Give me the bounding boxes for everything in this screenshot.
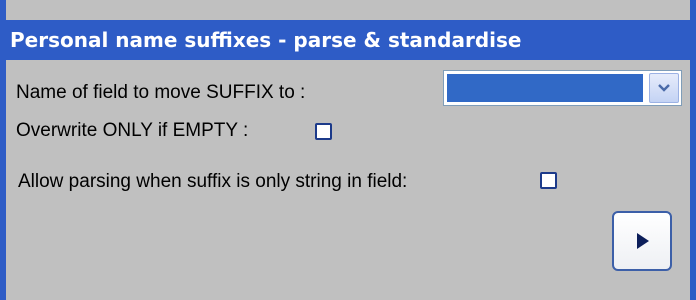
target-field-select[interactable] xyxy=(443,70,682,106)
target-field-selected-value xyxy=(447,74,643,102)
run-button[interactable] xyxy=(612,211,672,271)
play-icon xyxy=(637,233,649,249)
dialog-title: Personal name suffixes - parse & standar… xyxy=(6,20,690,60)
target-field-label: Name of field to move SUFFIX to : xyxy=(16,82,306,103)
dialog-panel: Personal name suffixes - parse & standar… xyxy=(0,0,696,300)
allow-parsing-checkbox[interactable] xyxy=(540,172,557,189)
allow-parsing-label: Allow parsing when suffix is only string… xyxy=(18,171,408,192)
overwrite-only-if-empty-checkbox[interactable] xyxy=(315,123,332,140)
chevron-down-icon xyxy=(658,84,670,92)
dropdown-button[interactable] xyxy=(649,73,679,103)
overwrite-only-if-empty-label: Overwrite ONLY if EMPTY : xyxy=(16,120,249,141)
